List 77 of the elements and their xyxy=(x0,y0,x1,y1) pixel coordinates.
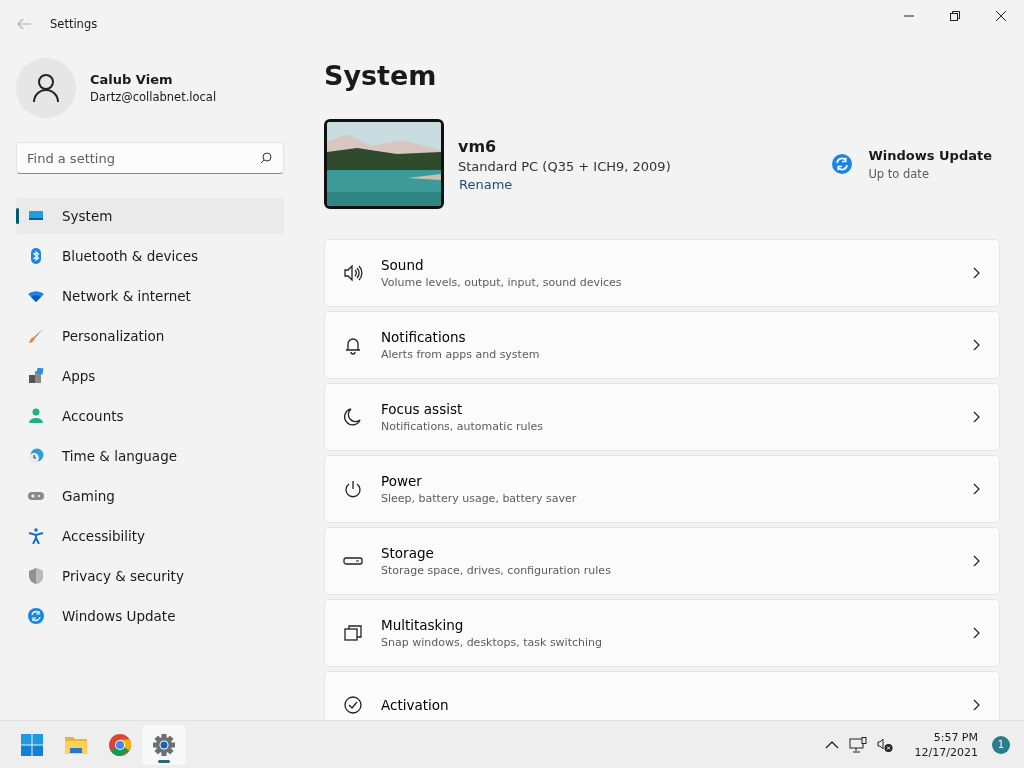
windows-stack-icon xyxy=(343,623,363,643)
gear-icon xyxy=(152,732,176,757)
notification-badge[interactable]: 1 xyxy=(992,735,1010,754)
clock-time[interactable]: 5:57 PM xyxy=(933,730,978,744)
browser-icon xyxy=(108,732,132,757)
bell-icon xyxy=(343,335,363,355)
sidebar-item[interactable]: Accounts xyxy=(16,398,284,434)
sync-icon xyxy=(832,154,853,174)
sidebar-item[interactable]: Time & language xyxy=(16,438,284,474)
sidebar-item[interactable]: Network & internet xyxy=(16,278,284,314)
settings-card[interactable]: Storage Storage space, drives, configuration rules xyxy=(324,527,1000,595)
restore-icon xyxy=(950,11,960,21)
chevron-icon xyxy=(973,339,981,351)
chevron-icon xyxy=(973,555,981,567)
card-title: Activation xyxy=(381,697,450,713)
card-title: Notifications xyxy=(381,329,467,345)
window-title: Settings xyxy=(50,17,98,31)
brush-icon xyxy=(28,328,44,344)
clock-date[interactable]: 12/17/2021 xyxy=(914,745,978,759)
card-subtitle: Volume levels, output, input, sound devices xyxy=(381,276,623,289)
card-subtitle: Snap windows, desktops, task switching xyxy=(381,636,603,649)
sidebar-item[interactable]: Windows Update xyxy=(16,598,284,634)
accessibility-icon xyxy=(28,528,44,544)
person-icon xyxy=(28,408,44,424)
user-name: Calub Viem xyxy=(90,72,174,87)
card-subtitle: Sleep, battery usage, battery saver xyxy=(381,492,578,505)
sidebar-item[interactable]: System xyxy=(16,198,284,234)
settings-card[interactable]: Focus assist Notifications, automatic rules xyxy=(324,383,1000,451)
chevron-up-icon[interactable] xyxy=(824,740,839,749)
sidebar-item[interactable]: Accessibility xyxy=(16,518,284,554)
card-title: Multitasking xyxy=(381,617,465,633)
settings-card[interactable]: Power Sleep, battery usage, battery saver xyxy=(324,455,1000,523)
device-name: vm6 xyxy=(458,136,498,156)
check-circle-icon xyxy=(343,695,363,715)
network-monitor-icon[interactable] xyxy=(848,736,867,753)
settings-card[interactable]: Activation xyxy=(324,671,1000,720)
settings-card[interactable]: Notifications Alerts from apps and system xyxy=(324,311,1000,379)
search-field[interactable]: Find a setting xyxy=(16,142,284,174)
power-icon xyxy=(343,479,363,499)
card-subtitle: Storage space, drives, configuration rules xyxy=(381,564,612,577)
page-title: System xyxy=(324,60,438,91)
shield-icon xyxy=(28,568,44,584)
speaker-muted-icon[interactable] xyxy=(876,736,893,753)
sidebar-item[interactable]: Gaming xyxy=(16,478,284,514)
update-status: Up to date xyxy=(868,166,930,181)
clock-globe-icon xyxy=(28,448,44,464)
card-subtitle: Notifications, automatic rules xyxy=(381,420,544,433)
sidebar-item[interactable]: Personalization xyxy=(16,318,284,354)
chevron-icon xyxy=(973,411,981,423)
taskbar-app[interactable] xyxy=(142,724,186,765)
sidebar-item[interactable]: Bluetooth & devices xyxy=(16,238,284,274)
card-title: Focus assist xyxy=(381,401,464,417)
bluetooth-icon xyxy=(28,248,44,264)
card-title: Power xyxy=(381,473,423,489)
close-icon xyxy=(996,11,1006,21)
chevron-icon xyxy=(973,483,981,495)
apps-icon xyxy=(28,368,44,384)
card-title: Sound xyxy=(381,257,425,273)
chevron-icon xyxy=(973,627,981,639)
card-title: Storage xyxy=(381,545,435,561)
sidebar-item[interactable]: Apps xyxy=(16,358,284,394)
sidebar-item[interactable]: Privacy & security xyxy=(16,558,284,594)
chevron-icon xyxy=(973,267,981,279)
device-model: Standard PC (Q35 + ICH9, 2009) xyxy=(458,158,672,174)
moon-icon xyxy=(343,407,363,427)
settings-card[interactable]: Sound Volume levels, output, input, sound devices xyxy=(324,239,1000,307)
update-title[interactable]: Windows Update xyxy=(868,147,992,163)
chevron-icon xyxy=(973,699,981,711)
search-icon xyxy=(260,152,272,164)
rename-link[interactable]: Rename xyxy=(459,176,513,192)
user-email: Dartz@collabnet.local xyxy=(90,90,217,104)
sync-icon xyxy=(28,608,44,624)
speaker-icon xyxy=(343,263,363,283)
card-subtitle: Alerts from apps and system xyxy=(381,348,541,361)
wifi-icon xyxy=(28,288,44,304)
settings-card[interactable]: Multitasking Snap windows, desktops, task switching xyxy=(324,599,1000,667)
windows-logo-icon xyxy=(20,732,44,757)
